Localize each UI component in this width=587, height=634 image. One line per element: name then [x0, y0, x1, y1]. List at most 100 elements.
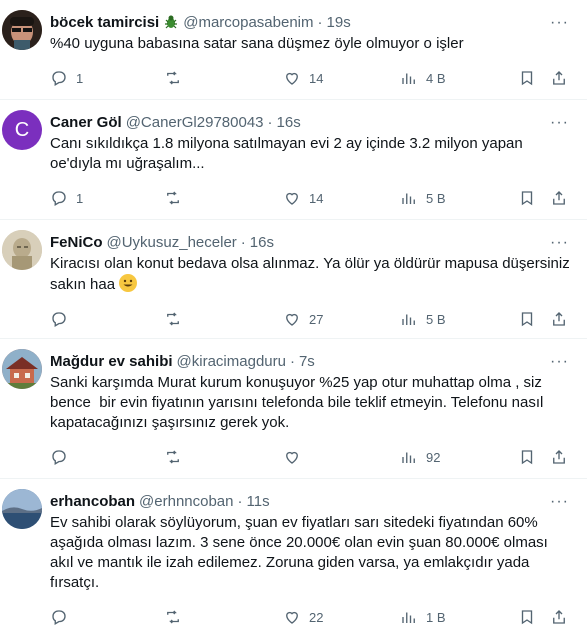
user-handle[interactable]: @CanerGl29780043	[126, 114, 264, 131]
share-button[interactable]	[550, 188, 568, 208]
avatar[interactable]	[2, 10, 42, 50]
share-icon	[553, 450, 565, 464]
avatar-letter: C	[14, 118, 30, 141]
reply-button[interactable]: 1	[50, 188, 83, 208]
more-icon[interactable]: ···	[550, 114, 569, 132]
bookmark-button[interactable]	[518, 607, 536, 627]
display-name[interactable]: Caner Göl	[50, 114, 122, 131]
user-handle[interactable]: @marcopasabenim	[183, 14, 313, 31]
tweet-text: Sanki karşımda Murat kurum konuşuyor %25…	[50, 374, 548, 431]
share-button[interactable]	[550, 447, 568, 467]
share-button[interactable]	[550, 607, 568, 627]
display-name[interactable]: Mağdur ev sahibi	[50, 353, 173, 370]
display-name[interactable]: erhancoban	[50, 493, 135, 510]
tweet[interactable]: erhancoban @erhnncoban · 11s ··· Ev sahi…	[0, 479, 587, 634]
tweet[interactable]: böcek tamircisi @marcopasabenim · 19s ··…	[0, 0, 587, 100]
like-button[interactable]	[283, 447, 309, 467]
tweet-text-container: Kiracısı olan konut bedava olsa alınmaz.…	[50, 254, 571, 295]
retweet-button[interactable]	[164, 188, 190, 208]
reply-button[interactable]	[50, 607, 76, 627]
retweet-icon	[167, 191, 179, 205]
timestamp[interactable]: 11s	[247, 493, 270, 510]
bookmark-icon	[521, 312, 533, 327]
avatar[interactable]	[2, 349, 42, 389]
avatar[interactable]: C	[2, 110, 42, 150]
reply-icon	[52, 312, 66, 327]
like-icon	[286, 611, 298, 624]
reply-button[interactable]	[50, 309, 76, 329]
views-button[interactable]: 5 B	[400, 309, 446, 329]
user-handle[interactable]: @kiracimagduru	[177, 353, 286, 370]
timestamp[interactable]: 16s	[250, 234, 274, 251]
timestamp[interactable]: 19s	[327, 14, 351, 31]
views-button[interactable]: 5 B	[400, 188, 446, 208]
like-button[interactable]: 14	[283, 68, 323, 88]
retweet-icon	[167, 71, 179, 85]
like-icon	[286, 192, 298, 205]
more-icon[interactable]: ···	[550, 353, 569, 371]
like-button[interactable]: 27	[283, 309, 323, 329]
tweet-text: Ev sahibi olarak söylüyorum, şuan ev fiy…	[50, 514, 552, 591]
reply-icon	[52, 71, 66, 86]
avatar-photo	[2, 10, 42, 50]
tweet[interactable]: Mağdur ev sahibi @kiracimagduru · 7s ···…	[0, 339, 587, 479]
tweet[interactable]: FeNiCo @Uykusuz_heceler · 16s ··· Kiracı…	[0, 220, 587, 339]
reply-button[interactable]	[50, 447, 76, 467]
views-icon	[402, 193, 415, 204]
views-button[interactable]: 92	[400, 447, 440, 467]
like-count: 14	[309, 70, 324, 86]
avatar[interactable]	[2, 489, 42, 529]
timestamp[interactable]: 7s	[299, 353, 315, 370]
views-icon	[402, 314, 415, 325]
tweet-feed: böcek tamircisi @marcopasabenim · 19s ··…	[0, 0, 587, 634]
separator-dot: ·	[240, 233, 246, 251]
view-count: 5 B	[426, 190, 446, 206]
bookmark-icon	[521, 191, 533, 206]
bookmark-button[interactable]	[518, 309, 536, 329]
more-icon[interactable]: ···	[550, 14, 569, 32]
tweet[interactable]: C Caner Göl @CanerGl29780043 · 16s ··· C…	[0, 100, 587, 220]
reply-button[interactable]: 1	[50, 68, 83, 88]
timestamp[interactable]: 16s	[277, 114, 301, 131]
display-name[interactable]: böcek tamircisi	[50, 14, 159, 31]
retweet-button[interactable]	[164, 447, 190, 467]
retweet-button[interactable]	[164, 68, 190, 88]
like-count: 27	[309, 311, 324, 327]
retweet-button[interactable]	[164, 309, 190, 329]
views-button[interactable]: 4 B	[400, 68, 446, 88]
bookmark-icon	[521, 71, 533, 86]
share-icon	[553, 312, 565, 326]
views-button[interactable]: 1 B	[400, 607, 446, 627]
like-button[interactable]: 14	[283, 188, 323, 208]
view-count: 4 B	[426, 70, 446, 86]
share-icon	[553, 191, 565, 205]
avatar-photo	[2, 230, 42, 270]
more-icon[interactable]: ···	[550, 234, 569, 252]
retweet-icon	[167, 450, 179, 464]
tweet-actions: 22 1 B	[50, 593, 571, 634]
retweet-icon	[167, 610, 179, 624]
views-icon	[402, 452, 415, 463]
like-icon	[286, 313, 298, 326]
like-icon	[286, 72, 298, 85]
like-button[interactable]: 22	[283, 607, 323, 627]
bookmark-button[interactable]	[518, 447, 536, 467]
bookmark-button[interactable]	[518, 188, 536, 208]
bookmark-button[interactable]	[518, 68, 536, 88]
retweet-button[interactable]	[164, 607, 190, 627]
user-handle[interactable]: @Uykusuz_heceler	[107, 234, 237, 251]
reply-icon	[52, 191, 66, 206]
tweet-actions: 1 14 4 B	[50, 54, 571, 102]
user-handle[interactable]: @erhnncoban	[139, 493, 233, 510]
like-count: 14	[309, 190, 324, 206]
more-icon[interactable]: ···	[550, 493, 569, 511]
separator-dot: ·	[289, 352, 295, 370]
bookmark-icon	[521, 610, 533, 625]
avatar[interactable]	[2, 230, 42, 270]
share-button[interactable]	[550, 309, 568, 329]
display-name[interactable]: FeNiCo	[50, 234, 103, 251]
share-button[interactable]	[550, 68, 568, 88]
grinning-face-icon	[119, 274, 138, 292]
retweet-icon	[167, 312, 179, 326]
share-icon	[553, 610, 565, 624]
